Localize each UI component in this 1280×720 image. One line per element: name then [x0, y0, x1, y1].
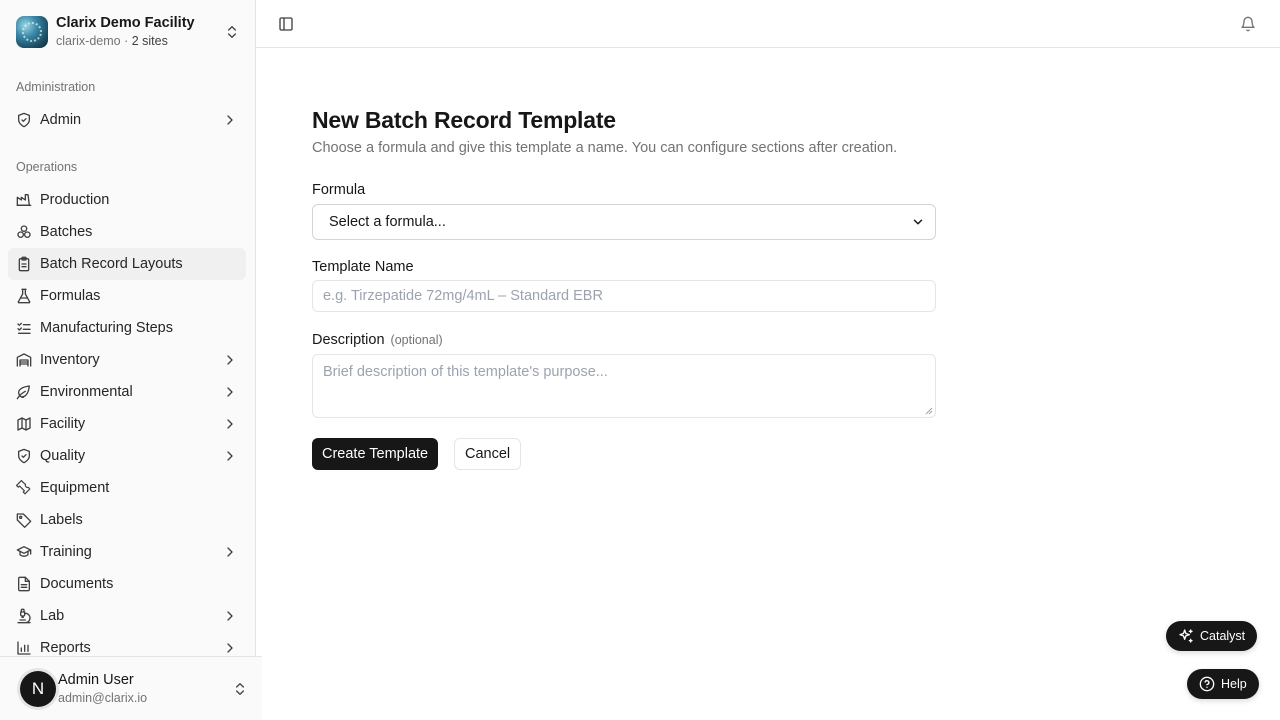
org-sites: 2 sites	[131, 33, 168, 48]
list-checks-icon	[17, 322, 31, 334]
sidebar-item-admin[interactable]: Admin	[8, 104, 246, 136]
sidebar-item-label: Formulas	[40, 288, 101, 304]
help-circle-icon	[1199, 676, 1215, 692]
sidebar-item-label: Production	[40, 192, 110, 208]
sidebar-item-label: Admin	[40, 112, 82, 128]
sidebar-item-label: Environmental	[40, 384, 133, 400]
top-bar	[256, 0, 1280, 48]
leaf-icon	[16, 385, 30, 400]
bell-icon[interactable]	[1240, 16, 1256, 32]
sidebar-item-label: Documents	[40, 576, 114, 592]
chevron-right-icon	[227, 115, 233, 125]
sidebar-item-label: Facility	[40, 416, 86, 432]
sidebar-item-batch-record-layouts[interactable]: Batch Record Layouts	[8, 248, 246, 280]
formula-select-value: Select a formula...	[329, 214, 446, 230]
description-placeholder: Brief description of this template's pur…	[323, 364, 608, 380]
new-template-form: New Batch Record Template Choose a formu…	[312, 104, 936, 470]
sidebar-item-lab[interactable]: Lab	[8, 600, 246, 632]
template-name-label: Template Name	[312, 259, 414, 275]
chevrons-up-down-icon	[228, 26, 236, 38]
flask-icon	[17, 288, 31, 304]
group-label-operations: Operations	[16, 160, 78, 174]
factory-icon	[16, 194, 32, 206]
chevron-right-icon	[227, 547, 233, 557]
sidebar-item-formulas[interactable]: Formulas	[8, 280, 246, 312]
sidebar-item-manufacturing-steps[interactable]: Manufacturing Steps	[8, 312, 246, 344]
create-template-button[interactable]: Create Template	[312, 438, 439, 470]
chevrons-up-down-icon	[236, 683, 244, 695]
page-subtitle: Choose a formula and give this template …	[312, 140, 898, 156]
template-name-placeholder: e.g. Tirzepatide 72mg/4mL – Standard EBR	[323, 288, 603, 304]
clipboard-icon	[18, 256, 30, 272]
sidebar-item-labels[interactable]: Labels	[8, 504, 246, 536]
formula-select[interactable]: Select a formula...	[312, 204, 936, 240]
org-slug: clarix-demo	[56, 33, 121, 48]
chevron-down-icon	[913, 219, 923, 225]
sidebar-toggle-icon[interactable]	[278, 16, 294, 32]
chevron-right-icon	[227, 419, 233, 429]
help-label: Help	[1221, 677, 1247, 691]
catalyst-button[interactable]: Catalyst	[1166, 621, 1258, 651]
resize-grip-icon[interactable]	[925, 407, 933, 415]
org-name: Clarix Demo Facility	[56, 15, 195, 32]
sidebar-item-label: Training	[40, 544, 92, 560]
shield-check-icon	[18, 448, 30, 464]
sidebar-item-label: Lab	[40, 608, 65, 624]
chevron-right-icon	[227, 611, 233, 621]
warehouse-icon	[16, 353, 32, 367]
sidebar-item-facility[interactable]: Facility	[8, 408, 246, 440]
sidebar-item-documents[interactable]: Documents	[8, 568, 246, 600]
formula-label: Formula	[312, 182, 366, 198]
user-name: Admin User	[58, 672, 134, 689]
page-title: New Batch Record Template	[312, 107, 616, 133]
chevron-right-icon	[227, 451, 233, 461]
description-label: Description	[312, 332, 385, 348]
sidebar-item-training[interactable]: Training	[8, 536, 246, 568]
sidebar-item-label: Reports	[40, 640, 91, 656]
template-name-input[interactable]: e.g. Tirzepatide 72mg/4mL – Standard EBR	[312, 280, 936, 312]
user-menu[interactable]: N Admin User admin@clarix.io	[0, 656, 262, 720]
bar-chart-icon	[17, 641, 31, 655]
wrench-icon	[16, 480, 31, 495]
description-textarea[interactable]: Brief description of this template's pur…	[312, 354, 936, 418]
graduation-cap-icon	[16, 546, 32, 557]
sidebar-item-label: Equipment	[40, 480, 110, 496]
sidebar-item-production[interactable]: Production	[8, 184, 246, 216]
help-button[interactable]: Help	[1187, 669, 1259, 699]
catalyst-label: Catalyst	[1200, 629, 1246, 643]
shield-check-icon	[18, 112, 30, 128]
map-icon	[17, 417, 31, 431]
sidebar-item-label: Batches	[40, 224, 93, 240]
sidebar-item-label: Inventory	[40, 352, 100, 368]
tag-icon	[16, 513, 32, 528]
chevron-right-icon	[227, 387, 233, 397]
sparkles-icon	[1179, 629, 1193, 643]
org-switcher[interactable]: Clarix Demo Facility clarix-demo · 2 sit…	[8, 8, 248, 56]
boxes-icon	[17, 225, 31, 238]
file-text-icon	[18, 576, 30, 592]
sidebar-item-label: Quality	[40, 448, 86, 464]
sidebar-item-quality[interactable]: Quality	[8, 440, 246, 472]
sidebar-item-label: Labels	[40, 512, 83, 528]
sidebar-item-inventory[interactable]: Inventory	[8, 344, 246, 376]
optional-hint: (optional)	[390, 333, 443, 347]
chevron-right-icon	[227, 355, 233, 365]
sidebar: Clarix Demo Facility clarix-demo · 2 sit…	[0, 0, 256, 720]
sidebar-item-environmental[interactable]: Environmental	[8, 376, 246, 408]
user-email: admin@clarix.io	[58, 690, 148, 705]
sidebar-item-batches[interactable]: Batches	[8, 216, 246, 248]
cancel-button[interactable]: Cancel	[454, 438, 522, 470]
sidebar-item-equipment[interactable]: Equipment	[8, 472, 246, 504]
chevron-right-icon	[227, 643, 233, 653]
group-label-administration: Administration	[16, 80, 96, 94]
sidebar-item-label: Manufacturing Steps	[40, 320, 173, 336]
org-logo	[16, 16, 48, 48]
microscope-icon	[17, 608, 31, 624]
avatar: N	[20, 671, 56, 707]
org-subtitle: clarix-demo · 2 sites	[56, 33, 168, 48]
sidebar-item-label: Batch Record Layouts	[40, 256, 183, 272]
